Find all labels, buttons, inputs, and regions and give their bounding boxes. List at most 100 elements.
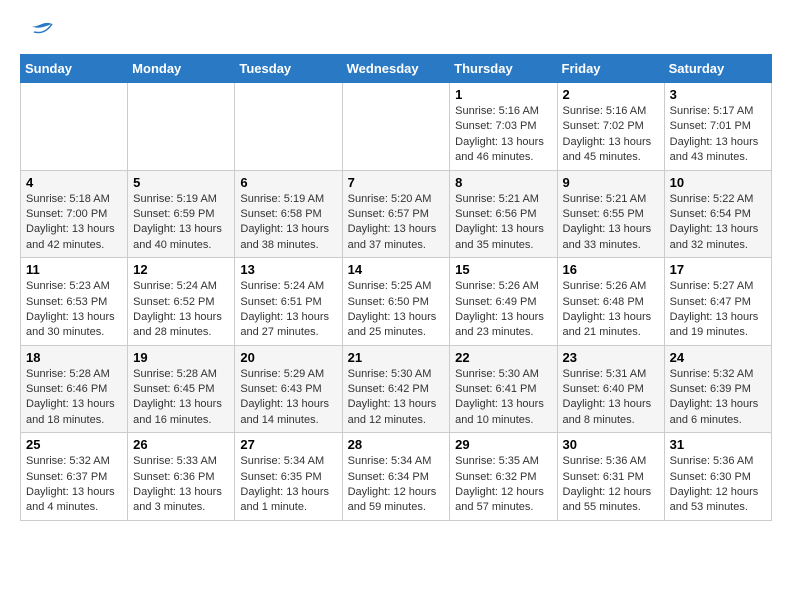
day-number: 21 [348, 350, 445, 365]
calendar-cell: 30Sunrise: 5:36 AMSunset: 6:31 PMDayligh… [557, 433, 664, 521]
day-info: Sunrise: 5:24 AMSunset: 6:51 PMDaylight:… [240, 279, 336, 341]
day-number: 8 [455, 175, 551, 190]
calendar-cell: 24 Sunrise: 5:32 AMSunset: 6:39 PMDayligh… [664, 345, 771, 433]
calendar-cell [342, 83, 450, 171]
calendar-cell: 25 Sunrise: 5:32 AMSunset: 6:37 PMDayligh… [21, 433, 128, 521]
day-number: 16 [563, 262, 659, 277]
calendar-cell: 10 Sunrise: 5:22 AMSunset: 6:54 PMDayligh… [664, 170, 771, 258]
weekday-header-sunday: Sunday [21, 55, 128, 83]
day-number: 3 [670, 87, 766, 102]
calendar-cell: 5 Sunrise: 5:19 AMSunset: 6:59 PMDaylight… [128, 170, 235, 258]
calendar-table: SundayMondayTuesdayWednesdayThursdayFrid… [20, 54, 772, 521]
day-info: Sunrise: 5:19 AMSunset: 6:58 PMDaylight:… [240, 192, 336, 254]
weekday-header-saturday: Saturday [664, 55, 771, 83]
day-number: 24 [670, 350, 766, 365]
day-number: 4 [26, 175, 122, 190]
weekday-header-tuesday: Tuesday [235, 55, 342, 83]
day-number: 20 [240, 350, 336, 365]
calendar-cell: 22 Sunrise: 5:30 AMSunset: 6:41 PMDayligh… [450, 345, 557, 433]
calendar-cell: 18Sunrise: 5:28 AMSunset: 6:46 PMDayligh… [21, 345, 128, 433]
day-number: 18 [26, 350, 122, 365]
calendar-week-row: 25 Sunrise: 5:32 AMSunset: 6:37 PMDayligh… [21, 433, 772, 521]
day-number: 28 [348, 437, 445, 452]
day-number: 17 [670, 262, 766, 277]
day-number: 15 [455, 262, 551, 277]
day-number: 29 [455, 437, 551, 452]
weekday-header-thursday: Thursday [450, 55, 557, 83]
day-number: 19 [133, 350, 229, 365]
calendar-cell: 4 Sunrise: 5:18 AMSunset: 7:00 PMDaylight… [21, 170, 128, 258]
weekday-header-friday: Friday [557, 55, 664, 83]
day-number: 7 [348, 175, 445, 190]
calendar-cell: 16 Sunrise: 5:26 AMSunset: 6:48 PMDayligh… [557, 258, 664, 346]
day-info: Sunrise: 5:21 AMSunset: 6:55 PMDaylight:… [563, 192, 659, 254]
logo [20, 20, 56, 44]
day-number: 27 [240, 437, 336, 452]
weekday-header-monday: Monday [128, 55, 235, 83]
calendar-cell: 2 Sunrise: 5:16 AMSunset: 7:02 PMDaylight… [557, 83, 664, 171]
day-info: Sunrise: 5:16 AMSunset: 7:03 PMDaylight:… [455, 104, 551, 166]
weekday-header-row: SundayMondayTuesdayWednesdayThursdayFrid… [21, 55, 772, 83]
calendar-cell: 1 Sunrise: 5:16 AMSunset: 7:03 PMDaylight… [450, 83, 557, 171]
day-info: Sunrise: 5:35 AMSunset: 6:32 PMDaylight:… [455, 454, 551, 516]
day-info: Sunrise: 5:19 AMSunset: 6:59 PMDaylight:… [133, 192, 229, 254]
day-info: Sunrise: 5:33 AMSunset: 6:36 PMDaylight:… [133, 454, 229, 516]
calendar-cell [128, 83, 235, 171]
day-number: 13 [240, 262, 336, 277]
day-info: Sunrise: 5:17 AMSunset: 7:01 PMDaylight:… [670, 104, 766, 166]
day-info: Sunrise: 5:27 AMSunset: 6:47 PMDaylight:… [670, 279, 766, 341]
day-info: Sunrise: 5:30 AMSunset: 6:42 PMDaylight:… [348, 367, 445, 429]
calendar-cell: 13 Sunrise: 5:24 AMSunset: 6:51 PMDayligh… [235, 258, 342, 346]
day-info: Sunrise: 5:20 AMSunset: 6:57 PMDaylight:… [348, 192, 445, 254]
day-info: Sunrise: 5:32 AMSunset: 6:37 PMDaylight:… [26, 454, 122, 516]
calendar-cell: 23 Sunrise: 5:31 AMSunset: 6:40 PMDayligh… [557, 345, 664, 433]
calendar-cell: 6 Sunrise: 5:19 AMSunset: 6:58 PMDaylight… [235, 170, 342, 258]
calendar-cell: 27 Sunrise: 5:34 AMSunset: 6:35 PMDayligh… [235, 433, 342, 521]
day-info: Sunrise: 5:36 AMSunset: 6:31 PMDaylight:… [563, 454, 659, 516]
day-info: Sunrise: 5:26 AMSunset: 6:49 PMDaylight:… [455, 279, 551, 341]
day-number: 2 [563, 87, 659, 102]
calendar-cell: 7 Sunrise: 5:20 AMSunset: 6:57 PMDaylight… [342, 170, 450, 258]
calendar-cell: 21 Sunrise: 5:30 AMSunset: 6:42 PMDayligh… [342, 345, 450, 433]
day-number: 14 [348, 262, 445, 277]
day-info: Sunrise: 5:18 AMSunset: 7:00 PMDaylight:… [26, 192, 122, 254]
day-info: Sunrise: 5:36 AMSunset: 6:30 PMDaylight:… [670, 454, 766, 516]
page-header [20, 20, 772, 44]
calendar-cell: 26Sunrise: 5:33 AMSunset: 6:36 PMDayligh… [128, 433, 235, 521]
day-number: 6 [240, 175, 336, 190]
day-number: 11 [26, 262, 122, 277]
calendar-cell [21, 83, 128, 171]
calendar-week-row: 1 Sunrise: 5:16 AMSunset: 7:03 PMDaylight… [21, 83, 772, 171]
calendar-cell: 28Sunrise: 5:34 AMSunset: 6:34 PMDayligh… [342, 433, 450, 521]
day-info: Sunrise: 5:16 AMSunset: 7:02 PMDaylight:… [563, 104, 659, 166]
calendar-cell: 17 Sunrise: 5:27 AMSunset: 6:47 PMDayligh… [664, 258, 771, 346]
day-info: Sunrise: 5:31 AMSunset: 6:40 PMDaylight:… [563, 367, 659, 429]
calendar-cell: 29 Sunrise: 5:35 AMSunset: 6:32 PMDayligh… [450, 433, 557, 521]
day-info: Sunrise: 5:25 AMSunset: 6:50 PMDaylight:… [348, 279, 445, 341]
day-info: Sunrise: 5:29 AMSunset: 6:43 PMDaylight:… [240, 367, 336, 429]
day-number: 9 [563, 175, 659, 190]
day-number: 12 [133, 262, 229, 277]
day-number: 23 [563, 350, 659, 365]
calendar-cell: 31Sunrise: 5:36 AMSunset: 6:30 PMDayligh… [664, 433, 771, 521]
calendar-cell [235, 83, 342, 171]
day-info: Sunrise: 5:28 AMSunset: 6:45 PMDaylight:… [133, 367, 229, 429]
weekday-header-wednesday: Wednesday [342, 55, 450, 83]
day-number: 5 [133, 175, 229, 190]
calendar-cell: 3 Sunrise: 5:17 AMSunset: 7:01 PMDaylight… [664, 83, 771, 171]
day-info: Sunrise: 5:22 AMSunset: 6:54 PMDaylight:… [670, 192, 766, 254]
day-info: Sunrise: 5:24 AMSunset: 6:52 PMDaylight:… [133, 279, 229, 341]
day-number: 22 [455, 350, 551, 365]
day-info: Sunrise: 5:23 AMSunset: 6:53 PMDaylight:… [26, 279, 122, 341]
day-info: Sunrise: 5:26 AMSunset: 6:48 PMDaylight:… [563, 279, 659, 341]
day-number: 1 [455, 87, 551, 102]
day-info: Sunrise: 5:30 AMSunset: 6:41 PMDaylight:… [455, 367, 551, 429]
calendar-cell: 12 Sunrise: 5:24 AMSunset: 6:52 PMDayligh… [128, 258, 235, 346]
calendar-cell: 11 Sunrise: 5:23 AMSunset: 6:53 PMDayligh… [21, 258, 128, 346]
calendar-cell: 20 Sunrise: 5:29 AMSunset: 6:43 PMDayligh… [235, 345, 342, 433]
day-number: 10 [670, 175, 766, 190]
day-info: Sunrise: 5:34 AMSunset: 6:35 PMDaylight:… [240, 454, 336, 516]
day-number: 25 [26, 437, 122, 452]
day-info: Sunrise: 5:32 AMSunset: 6:39 PMDaylight:… [670, 367, 766, 429]
calendar-week-row: 18Sunrise: 5:28 AMSunset: 6:46 PMDayligh… [21, 345, 772, 433]
